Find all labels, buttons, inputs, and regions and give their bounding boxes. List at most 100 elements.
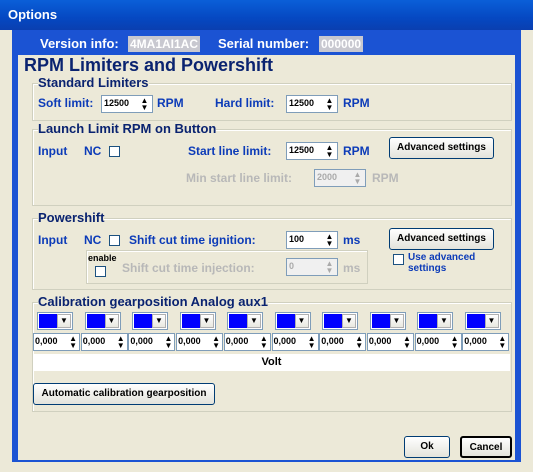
spinner-arrows-icon[interactable]: ▲ ▼ [355, 335, 363, 350]
min-start-line-spinner[interactable]: 2000 ▲ ▼ [314, 169, 366, 187]
launch-limit-title: Launch Limit RPM on Button [38, 121, 217, 136]
gear-color-combo[interactable]: ▼ [322, 312, 358, 330]
hard-limit-unit: RPM [343, 96, 370, 110]
chevron-down-icon[interactable]: ▼ [294, 314, 309, 328]
chevron-down-icon[interactable]: ▼ [389, 314, 404, 328]
use-advanced-checkbox[interactable] [393, 254, 404, 265]
cancel-button[interactable]: Cancel [460, 436, 512, 458]
gear-color-combo[interactable]: ▼ [464, 312, 501, 330]
color-swatch [371, 314, 390, 328]
color-swatch [466, 314, 485, 328]
gear-voltage-spinner[interactable]: 0,000 ▲ ▼ [223, 333, 271, 351]
color-swatch [324, 314, 342, 328]
ok-button[interactable]: Ok [404, 436, 450, 458]
spinner-arrows-icon[interactable]: ▲ ▼ [308, 335, 316, 350]
gear-voltage-value: 0,000 [82, 336, 106, 346]
use-advanced-label: Use advanced settings [408, 252, 476, 274]
serial-value: 000000 [319, 36, 364, 52]
spinner-arrows-icon[interactable]: ▲ ▼ [323, 144, 336, 159]
page-title: RPM Limiters and Powershift [24, 55, 274, 75]
spinner-arrows-icon[interactable]: ▲ ▼ [323, 97, 336, 112]
spinner-arrows-icon[interactable]: ▲ ▼ [117, 335, 125, 350]
gear-voltage-spinner[interactable]: 0,000 ▲ ▼ [462, 333, 510, 351]
gear-voltage-spinner[interactable]: 0,000 ▲ ▼ [176, 333, 224, 351]
gear-voltage-value: 0,000 [35, 336, 58, 346]
color-swatch [419, 314, 437, 328]
chevron-down-icon[interactable]: ▼ [104, 314, 119, 328]
color-swatch [229, 314, 247, 328]
launch-nc-checkbox[interactable] [109, 146, 120, 157]
color-swatch [134, 314, 152, 328]
gear-voltage-spinner[interactable]: 0,000 ▲ ▼ [319, 333, 367, 351]
powershift-nc-label: NC [84, 233, 102, 247]
spinner-arrows-icon[interactable]: ▲ ▼ [498, 335, 506, 350]
color-swatch [181, 314, 200, 328]
start-line-spinner[interactable]: 12500 ▲ ▼ [286, 142, 338, 160]
launch-advanced-settings-button[interactable]: Advanced settings [389, 137, 494, 159]
serial-label: Serial number: [218, 36, 310, 51]
spinner-arrows-icon[interactable]: ▲ ▼ [260, 335, 268, 350]
spinner-arrows-icon[interactable]: ▲ ▼ [323, 260, 336, 275]
chevron-down-icon[interactable]: ▼ [152, 314, 166, 328]
gear-voltage-spinner[interactable]: 0,000 ▲ ▼ [80, 333, 128, 351]
standard-limiters-title: Standard Limiters [38, 75, 149, 90]
gear-voltage-spinner[interactable]: 0,000 ▲ ▼ [271, 333, 319, 351]
gear-voltage-spinner[interactable]: 0,000 ▲ ▼ [366, 333, 414, 351]
gear-color-combo[interactable]: ▼ [417, 312, 453, 330]
shift-cut-ignition-unit: ms [343, 233, 361, 247]
gear-voltage-value: 0,000 [225, 336, 249, 346]
gear-voltage-spinner[interactable]: 0,000 ▲ ▼ [128, 333, 176, 351]
spinner-arrows-icon[interactable]: ▲ ▼ [69, 335, 77, 350]
color-swatch [86, 314, 105, 328]
gear-color-combo[interactable]: ▼ [227, 312, 263, 330]
launch-nc-label: NC [84, 144, 102, 158]
automatic-calibration-button[interactable]: Automatic calibration gearposition [33, 383, 215, 405]
powershift-advanced-settings-button[interactable]: Advanced settings [389, 228, 494, 250]
gear-voltage-spinner[interactable]: 0,000 ▲ ▼ [33, 333, 80, 351]
soft-limit-spinner[interactable]: 12500 ▲ ▼ [101, 95, 153, 113]
spinner-arrows-icon[interactable]: ▲ ▼ [351, 171, 364, 186]
chevron-down-icon[interactable]: ▼ [199, 314, 214, 328]
launch-input-label: Input [38, 144, 68, 158]
chevron-down-icon[interactable]: ▼ [484, 314, 499, 328]
spinner-arrows-icon[interactable]: ▲ ▼ [212, 335, 220, 350]
gear-color-combo[interactable]: ▼ [132, 312, 168, 330]
spinner-arrows-icon[interactable]: ▲ ▼ [323, 233, 336, 248]
shift-cut-ignition-label: Shift cut time ignition: [129, 233, 256, 247]
soft-limit-label: Soft limit: [38, 96, 94, 110]
gear-color-combo[interactable]: ▼ [179, 312, 216, 330]
spinner-arrows-icon[interactable]: ▲ ▼ [138, 97, 151, 112]
color-swatch [276, 314, 295, 328]
shift-cut-injection-label: Shift cut time injection: [122, 261, 255, 275]
hard-limit-spinner[interactable]: 12500 ▲ ▼ [286, 95, 338, 113]
gear-color-combo[interactable]: ▼ [369, 312, 406, 330]
gear-color-combo[interactable]: ▼ [274, 312, 311, 330]
gear-voltage-value: 0,000 [178, 336, 201, 346]
shift-cut-injection-spinner[interactable]: 0 ▲ ▼ [286, 258, 338, 276]
gear-color-combo[interactable]: ▼ [37, 312, 73, 330]
enable-injection-checkbox[interactable] [95, 266, 106, 277]
calibration-title: Calibration gearposition Analog aux1 [38, 294, 268, 309]
hard-limit-label: Hard limit: [215, 96, 275, 110]
spinner-arrows-icon[interactable]: ▲ ▼ [451, 335, 459, 350]
powershift-nc-checkbox[interactable] [109, 235, 120, 246]
chevron-down-icon[interactable]: ▼ [342, 314, 356, 328]
version-label: Version info: [40, 36, 119, 51]
start-line-unit: RPM [343, 144, 370, 158]
gear-voltage-value: 0,000 [416, 336, 440, 346]
chevron-down-icon[interactable]: ▼ [57, 314, 71, 328]
chevron-down-icon[interactable]: ▼ [437, 314, 451, 328]
spinner-arrows-icon[interactable]: ▲ ▼ [403, 335, 411, 350]
window-title: Options [8, 7, 58, 22]
shift-cut-injection-unit: ms [343, 261, 361, 275]
shift-cut-ignition-spinner[interactable]: 100 ▲ ▼ [286, 231, 338, 249]
gear-voltage-spinner[interactable]: 0,000 ▲ ▼ [414, 333, 462, 351]
gear-color-combo[interactable]: ▼ [84, 312, 121, 330]
gear-voltage-value: 0,000 [273, 336, 297, 346]
enable-label: enable [88, 253, 117, 263]
spinner-arrows-icon[interactable]: ▲ ▼ [164, 335, 172, 350]
volt-label: Volt [33, 354, 510, 371]
color-swatch [39, 314, 57, 328]
chevron-down-icon[interactable]: ▼ [247, 314, 261, 328]
title-bar[interactable]: Options [0, 0, 533, 30]
